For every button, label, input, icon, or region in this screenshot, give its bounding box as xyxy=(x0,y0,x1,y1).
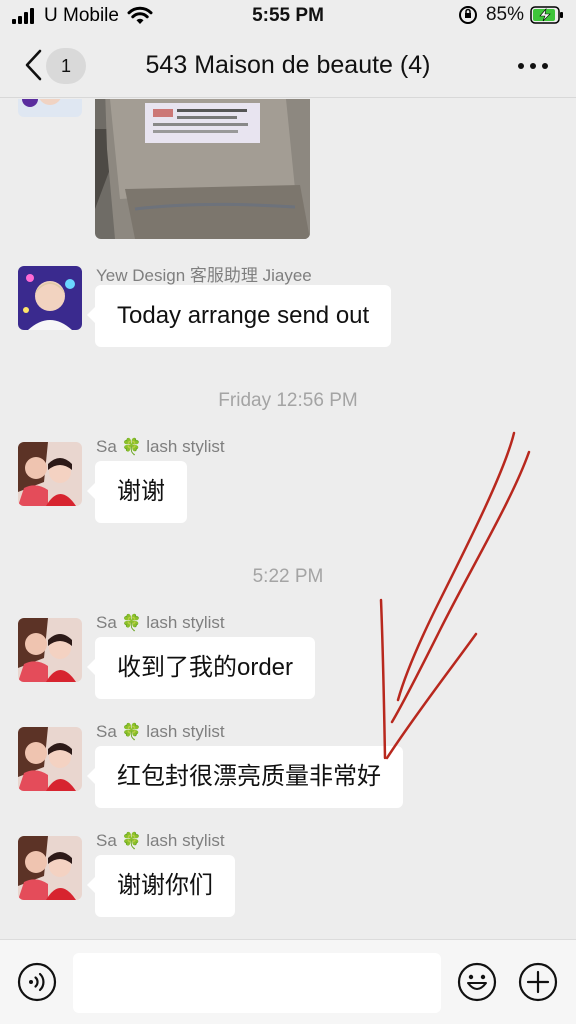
emoji-icon xyxy=(457,962,497,1002)
back-chevron-icon xyxy=(25,49,42,81)
message-bubble[interactable]: 谢谢你们 xyxy=(87,855,235,917)
plus-button[interactable] xyxy=(518,962,558,1002)
sender-first-name: Sa xyxy=(96,437,117,456)
message-bubble[interactable]: 红包封很漂亮质量非常好 xyxy=(87,746,403,808)
more-icon xyxy=(518,63,548,69)
sender-name: Yew Design 客服助理 Jiayee xyxy=(96,266,312,285)
timestamp: 5:22 PM xyxy=(252,566,324,587)
emoji-button[interactable] xyxy=(457,962,497,1002)
voice-button[interactable] xyxy=(17,962,57,1002)
sender-first-name: Sa xyxy=(96,831,117,850)
clover-emoji: 🍀 xyxy=(121,833,142,850)
message-list[interactable]: Yew Design 客服助理 Jiayee Today arrange sen… xyxy=(0,99,576,939)
clover-emoji: 🍀 xyxy=(121,439,142,456)
battery-percent: 85% xyxy=(485,4,524,25)
sender-suffix: lash stylist xyxy=(146,722,225,741)
message-bubble[interactable]: Today arrange send out xyxy=(86,285,392,347)
avatar[interactable] xyxy=(18,99,82,117)
plus-icon xyxy=(518,962,558,1002)
avatar[interactable] xyxy=(18,618,82,682)
message-item: Sa 🍀 lash stylist 谢谢 xyxy=(0,437,576,529)
avatar[interactable] xyxy=(18,266,82,330)
message-item: Yew Design 客服助理 Jiayee Today arrange sen… xyxy=(0,261,576,353)
sender-name: Sa 🍀 lash stylist xyxy=(96,437,225,457)
avatar[interactable] xyxy=(18,836,82,900)
clover-emoji: 🍀 xyxy=(121,615,142,632)
voice-icon xyxy=(17,962,57,1002)
timestamp: Friday 12:56 PM xyxy=(218,390,358,411)
parcel-photo[interactable] xyxy=(95,99,310,239)
message-item: Sa 🍀 lash stylist 谢谢你们 xyxy=(0,831,576,923)
sender-suffix: lash stylist xyxy=(146,437,225,456)
sender-name: Sa 🍀 lash stylist xyxy=(96,831,225,851)
image-message xyxy=(0,99,576,249)
message-input[interactable] xyxy=(73,953,441,1013)
avatar-image xyxy=(18,618,82,682)
sender-name: Sa 🍀 lash stylist xyxy=(96,613,225,633)
avatar[interactable] xyxy=(18,442,82,506)
chat-title: 543 Maison de beaute (4) xyxy=(145,51,431,79)
orientation-lock-icon xyxy=(458,6,477,24)
sender-first-name: Sa xyxy=(96,613,117,632)
message-item: Sa 🍀 lash stylist 红包封很漂亮质量非常好 xyxy=(0,722,576,814)
clover-emoji: 🍀 xyxy=(121,724,142,741)
message-bubble[interactable]: 收到了我的order xyxy=(86,637,316,699)
avatar-image xyxy=(18,442,82,506)
sender-first-name: Sa xyxy=(96,722,117,741)
avatar-image xyxy=(18,266,82,330)
status-right: 85% xyxy=(458,4,564,26)
battery-charging-icon xyxy=(530,6,563,24)
avatar-image xyxy=(18,727,82,791)
message-bubble[interactable]: 谢谢 xyxy=(87,461,187,523)
chat-header: 1 543 Maison de beaute (4) xyxy=(0,32,576,98)
sender-suffix: lash stylist xyxy=(146,613,225,632)
more-button[interactable] xyxy=(516,56,550,76)
status-bar: U Mobile 5:55 PM 85% xyxy=(0,0,576,32)
avatar-image xyxy=(18,836,82,900)
sender-suffix: lash stylist xyxy=(146,831,225,850)
avatar-image xyxy=(18,99,82,117)
message-item: Sa 🍀 lash stylist 收到了我的order xyxy=(0,613,576,705)
sender-name: Sa 🍀 lash stylist xyxy=(96,722,225,742)
input-bar xyxy=(0,939,576,1024)
avatar[interactable] xyxy=(18,727,82,791)
unread-badge[interactable]: 1 xyxy=(46,48,86,84)
